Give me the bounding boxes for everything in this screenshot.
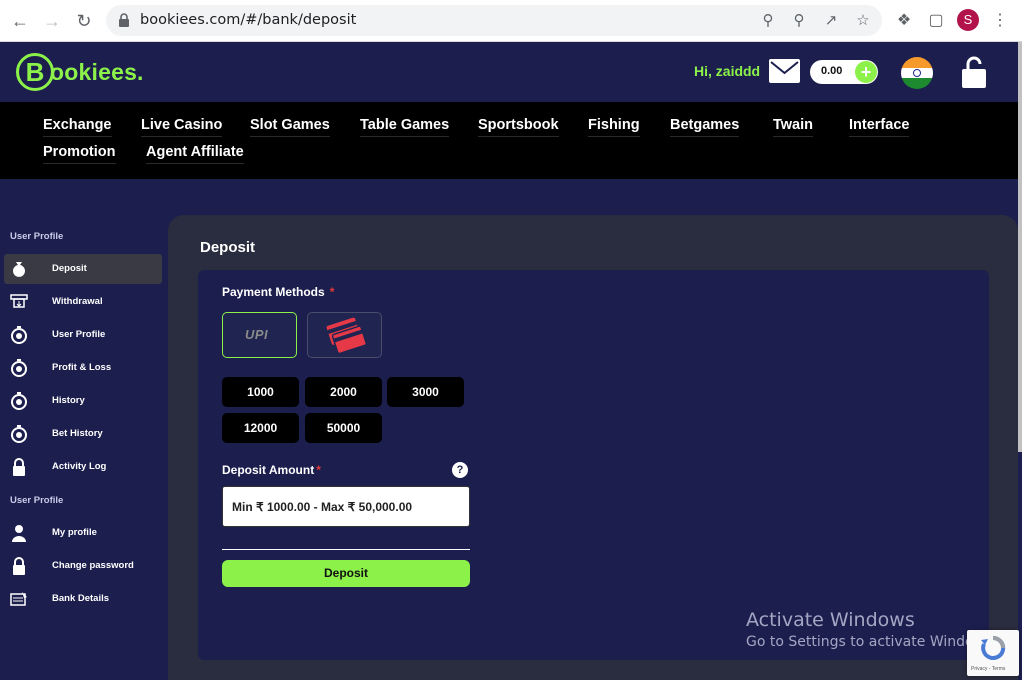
sidebar-item-label: History [52, 395, 85, 406]
nav-promotion[interactable]: Promotion [43, 144, 116, 164]
deposit-amount-text: Deposit Amount [222, 463, 315, 477]
amount-option-1000[interactable]: 1000 [222, 377, 299, 407]
india-flag-icon[interactable] [901, 57, 933, 89]
sidebar-item-withdrawal[interactable]: Withdrawal [4, 287, 162, 317]
user-greeting: Hi, zaiddd [694, 63, 761, 79]
upi-logo: UPI [245, 327, 269, 342]
balance-amount: 0.00 [821, 65, 843, 77]
nav-twain[interactable]: Twain [773, 117, 814, 137]
sidebar-section-title: User Profile [10, 495, 64, 506]
nav-exchange[interactable]: Exchange [43, 117, 112, 137]
required-mark: * [316, 463, 321, 477]
sidebar-item-label: Deposit [52, 263, 87, 274]
sidebar-item-label: My profile [52, 527, 97, 538]
sidebar-item-label: Change password [52, 560, 134, 571]
add-funds-button[interactable]: + [855, 61, 877, 83]
deposit-amount-label: Deposit Amount * [222, 463, 321, 477]
zoom-icon[interactable]: ⚲ [789, 11, 809, 31]
credit-card-icon [326, 317, 367, 355]
required-mark: * [329, 285, 335, 299]
page-title: Deposit [200, 239, 256, 256]
amount-option-50000[interactable]: 50000 [305, 413, 382, 443]
logo-word: ookiees. [50, 58, 144, 85]
recaptcha-icon [981, 635, 1006, 660]
bank-icon [10, 592, 27, 606]
sidebar-item-bet-history[interactable]: Bet History [4, 419, 162, 449]
sidebar-item-activity-log[interactable]: Activity Log [4, 452, 162, 482]
sidebar-item-deposit[interactable]: Deposit [4, 254, 162, 284]
address-bar[interactable]: bookiees.com/#/bank/deposit ⚲ ⚲ ↗ ☆ [106, 5, 882, 36]
nav-slot-games[interactable]: Slot Games [250, 117, 330, 137]
forward-icon[interactable]: → [40, 9, 64, 33]
profile-avatar[interactable]: S [957, 9, 979, 31]
help-icon[interactable]: ? [452, 462, 468, 478]
timer-icon [11, 359, 27, 377]
amount-option-12000[interactable]: 12000 [222, 413, 299, 443]
nav-fishing[interactable]: Fishing [588, 117, 640, 137]
share-icon[interactable]: ↗ [821, 11, 841, 31]
nav-table-games[interactable]: Table Games [360, 117, 450, 137]
site-header: B ookiees. Hi, zaiddd 0.00 + [0, 42, 1022, 102]
nav-betgames[interactable]: Betgames [670, 117, 740, 137]
timer-icon [11, 326, 27, 344]
deposit-amount-input[interactable] [222, 486, 470, 527]
lock-icon [13, 458, 25, 476]
logo[interactable]: B ookiees. [16, 52, 144, 92]
browser-toolbar: ← → ↻ bookiees.com/#/bank/deposit ⚲ ⚲ ↗ … [0, 0, 1022, 42]
windows-watermark-subtitle: Go to Settings to activate Windows. [746, 634, 997, 650]
sidebar-item-profit-loss[interactable]: Profit & Loss [4, 353, 162, 383]
payment-method-card[interactable] [307, 312, 382, 358]
back-icon[interactable]: ← [8, 9, 32, 33]
lock-icon [13, 557, 25, 575]
sidebar-item-label: Activity Log [52, 461, 107, 472]
deposit-submit-button[interactable]: Deposit [222, 560, 470, 587]
nav-sportsbook[interactable]: Sportsbook [478, 117, 559, 137]
sidebar-item-user-profile[interactable]: User Profile [4, 320, 162, 350]
sidebar-item-my-profile[interactable]: My profile [4, 518, 162, 548]
sidebar-item-bank-details[interactable]: Bank Details [4, 584, 162, 614]
reload-icon[interactable]: ↻ [72, 9, 96, 33]
balance-pill: 0.00 + [810, 60, 878, 84]
lock-icon [119, 13, 129, 27]
bookmark-star-icon[interactable]: ☆ [853, 11, 873, 31]
key-icon[interactable]: ⚲ [758, 11, 778, 31]
payment-methods-label: Payment Methods * [222, 285, 334, 299]
amount-option-3000[interactable]: 3000 [387, 377, 464, 407]
page-scrollbar[interactable] [1018, 42, 1022, 452]
withdraw-icon [10, 294, 28, 308]
sidebar: User Profile Deposit Withdrawal User Pro… [0, 215, 168, 680]
sidebar-section-title: User Profile [10, 231, 64, 242]
deposit-form-card: Payment Methods * UPI 1000 2000 3000 1200… [198, 270, 989, 660]
amount-option-2000[interactable]: 2000 [305, 377, 382, 407]
nav-live-casino[interactable]: Live Casino [141, 117, 223, 137]
divider [222, 549, 470, 550]
timer-icon [11, 425, 27, 443]
main-navigation: Exchange Live Casino Slot Games Table Ga… [0, 102, 1022, 179]
payment-method-upi[interactable]: UPI [222, 312, 297, 358]
windows-watermark-title: Activate Windows [746, 609, 915, 631]
logo-mark: B [16, 53, 54, 91]
timer-icon [11, 392, 27, 410]
sidebar-item-change-password[interactable]: Change password [4, 551, 162, 581]
sidebar-item-label: Bet History [52, 428, 103, 439]
sidebar-item-label: Profit & Loss [52, 362, 112, 373]
menu-icon[interactable]: ⋮ [989, 10, 1011, 32]
nav-interface[interactable]: Interface [849, 117, 910, 137]
sidepanel-icon[interactable]: ▢ [925, 10, 947, 32]
payment-methods-text: Payment Methods [222, 285, 325, 299]
unlock-icon[interactable] [960, 56, 988, 88]
recaptcha-badge[interactable]: Privacy - Terms [967, 630, 1019, 676]
url-text: bookiees.com/#/bank/deposit [140, 12, 357, 28]
recaptcha-terms[interactable]: Privacy - Terms [971, 666, 1005, 672]
extensions-icon[interactable]: ❖ [893, 10, 915, 32]
user-icon [12, 525, 26, 542]
mail-icon[interactable] [769, 59, 800, 83]
sidebar-item-label: Bank Details [52, 593, 110, 604]
money-bag-icon [13, 262, 25, 277]
nav-agent-affiliate[interactable]: Agent Affiliate [146, 144, 244, 164]
sidebar-item-history[interactable]: History [4, 386, 162, 416]
sidebar-item-label: User Profile [52, 329, 106, 340]
sidebar-item-label: Withdrawal [52, 296, 103, 307]
